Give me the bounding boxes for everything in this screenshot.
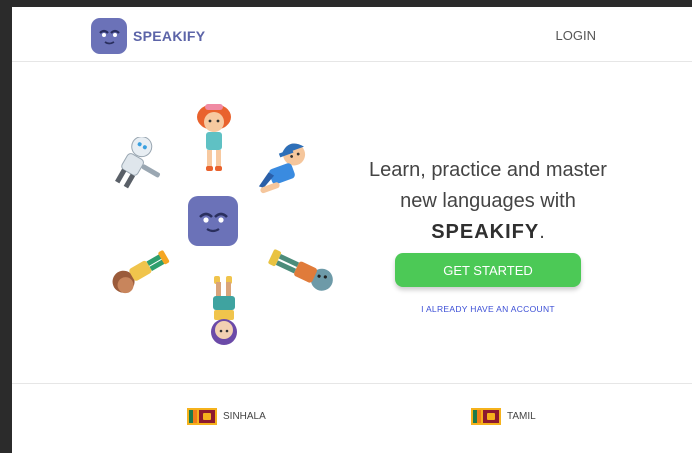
tagline-brand: SPEAKIFY: [431, 221, 540, 243]
girl-bottom-character-icon: [211, 276, 237, 345]
language-label-sinhala: SINHALA: [223, 411, 266, 422]
already-have-account-link[interactable]: I ALREADY HAVE AN ACCOUNT: [395, 304, 581, 314]
center-mascot-icon: [188, 196, 238, 246]
brand-name: SPEAKIFY: [133, 28, 206, 44]
language-option-sinhala[interactable]: SINHALA: [187, 408, 266, 425]
sri-lanka-flag-icon: [187, 408, 217, 425]
get-started-button[interactable]: GET STARTED: [395, 253, 581, 287]
boy-cap-character-icon: [258, 143, 306, 194]
robot-character-icon: [115, 137, 160, 189]
tagline-period: .: [539, 221, 545, 243]
language-option-tamil[interactable]: TAMIL: [471, 408, 536, 425]
tagline-line-3: SPEAKIFY.: [356, 217, 620, 248]
language-label-tamil: TAMIL: [507, 411, 536, 422]
hero-tagline: Learn, practice and master new languages…: [356, 155, 620, 248]
tagline-line-2: new languages with: [400, 190, 576, 212]
sri-lanka-flag-icon: [471, 408, 501, 425]
brand-logo[interactable]: SPEAKIFY: [91, 18, 205, 54]
girl-character-icon: [197, 104, 231, 171]
mascot-logo-icon: [91, 18, 127, 54]
page: SPEAKIFY LOGIN Learn, practice and maste…: [12, 7, 692, 453]
boy-left-character-icon: [112, 250, 170, 294]
zombie-character-icon: [268, 249, 333, 291]
login-link[interactable]: LOGIN: [556, 28, 596, 43]
tagline-line-1: Learn, practice and master: [369, 159, 607, 181]
hero-illustration: [102, 102, 352, 352]
header: SPEAKIFY LOGIN: [12, 7, 692, 62]
language-footer: SINHALA TAMIL: [12, 383, 692, 453]
